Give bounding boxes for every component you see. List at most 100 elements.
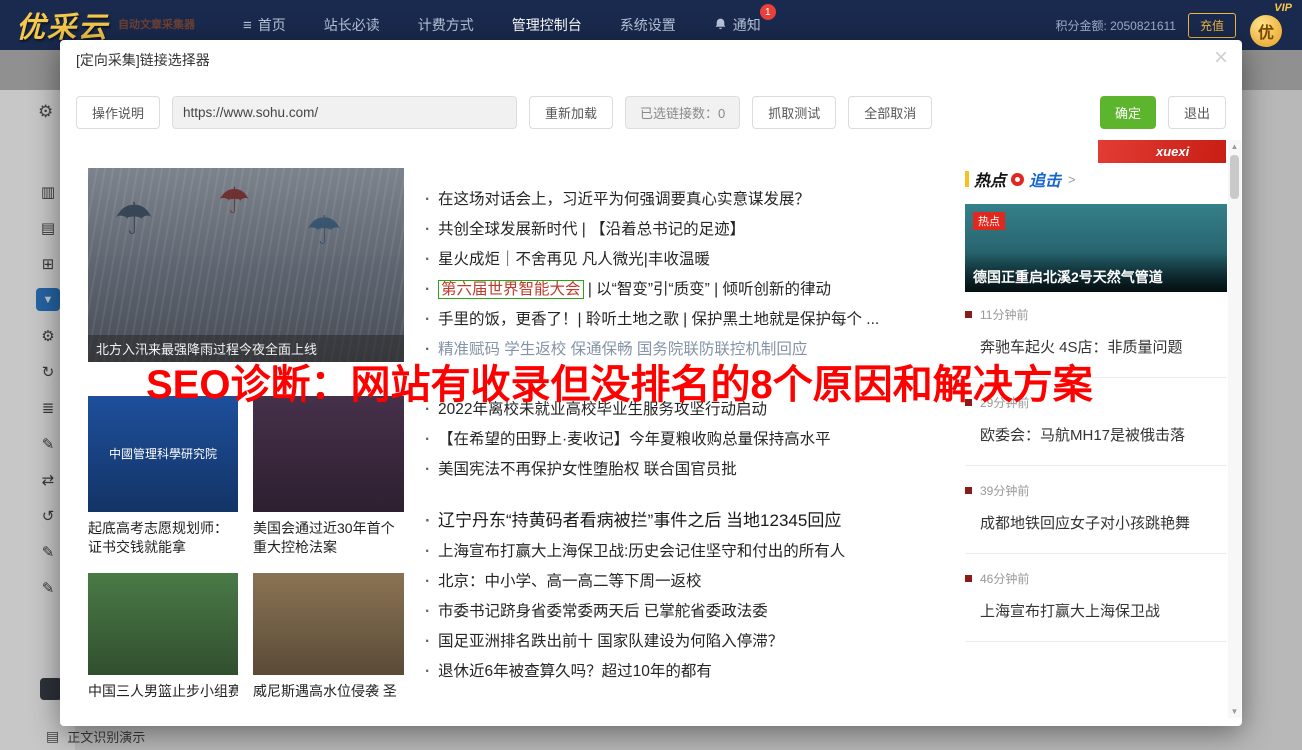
selected-links-count: 已选链接数：0	[625, 96, 740, 129]
hot-badge: 热点	[973, 212, 1005, 230]
bullet-icon: ·	[425, 510, 438, 532]
news-item-text: 共创全球发展新时代 | 【沿着总书记的足迹】	[438, 221, 745, 238]
news-item-text: 【在希望的田野上·麦收记】今年夏粮收购总量保持高水平	[438, 431, 831, 448]
umbrella-icon: ☂	[218, 180, 250, 222]
news-card-image	[253, 396, 404, 512]
news-card[interactable]: 美国会通过近30年首个重大控枪法案	[253, 396, 404, 557]
news-item-text: 市委书记跻身省委常委两天后 已掌舵省委政法委	[438, 603, 768, 620]
main-news-photo[interactable]: ☂ ☂ ☂ 北方入汛来最强降雨过程今夜全面上线	[88, 168, 404, 362]
bullet-icon: ·	[425, 602, 438, 622]
bullet-icon: ·	[425, 430, 438, 450]
help-button[interactable]: 操作说明	[76, 96, 160, 129]
nav-item-webmaster-guide[interactable]: 站长必读	[324, 15, 380, 35]
yellow-bar-icon	[965, 171, 969, 187]
confirm-button[interactable]: 确定	[1100, 96, 1156, 129]
bullet-icon: ·	[425, 542, 438, 562]
news-card[interactable]: 中國管理科學研究院起底高考志愿规划师：证书交钱就能拿	[88, 396, 238, 557]
nav-menu: ≡ 首页 站长必读 计费方式 管理控制台 系统设置 通知1	[243, 15, 761, 35]
news-card-image	[253, 573, 404, 675]
news-item[interactable]: ·共创全球发展新时代 | 【沿着总书记的足迹】	[425, 220, 917, 240]
promo-banner[interactable]: xuexi	[1098, 140, 1226, 163]
news-card[interactable]: 威尼斯遇高水位侵袭 圣	[253, 573, 404, 701]
hot-main-image[interactable]: 热点 德国正重启北溪2号天然气管道	[965, 204, 1227, 292]
news-column: ·在这场对话会上，习近平为何强调要真心实意谋发展？·共创全球发展新时代 | 【沿…	[425, 190, 917, 692]
news-item-text: 美国宪法不再保护女性堕胎权 联合国官员批	[438, 461, 737, 478]
exit-button[interactable]: 退出	[1168, 96, 1226, 129]
news-item[interactable]: ·国足亚洲排名跌出前十 国家队建设为何陷入停滞？	[425, 632, 917, 652]
cancel-all-button[interactable]: 全部取消	[848, 96, 932, 129]
scrollbar-thumb[interactable]	[1230, 155, 1239, 199]
hot-item-time-row: 39分钟前	[965, 482, 1227, 499]
hot-label: 热点	[974, 167, 1006, 191]
nav-item-label: 管理控制台	[512, 15, 582, 35]
bullet-icon: ·	[425, 310, 438, 330]
hot-main-headline[interactable]: 德国正重启北溪2号天然气管道	[965, 253, 1227, 292]
nav-item-settings[interactable]: 系统设置	[620, 15, 676, 35]
nav-item-label: 首页	[258, 15, 286, 35]
nav-item-label: 系统设置	[620, 15, 676, 35]
reload-button[interactable]: 重新加载	[529, 96, 613, 129]
news-list: ·在这场对话会上，习近平为何强调要真心实意谋发展？·共创全球发展新时代 | 【沿…	[425, 190, 917, 682]
news-item[interactable]: ·在这场对话会上，习近平为何强调要真心实意谋发展？	[425, 190, 917, 210]
selected-link-highlight[interactable]: 第六届世界智能大会	[438, 280, 584, 299]
news-item-text: 手里的饭，更香了！| 聆听土地之歌 | 保护黑土地就是保护每个 ...	[438, 311, 879, 328]
vip-badge[interactable]: VIP 优	[1248, 1, 1290, 49]
news-item[interactable]: ·市委书记跻身省委常委两天后 已掌舵省委政法委	[425, 602, 917, 622]
news-card[interactable]: 中国三人男篮止步小组赛	[88, 573, 238, 701]
news-item[interactable]: ·北京：中小学、高一高二等下周一返校	[425, 572, 917, 592]
close-icon[interactable]: ×	[1214, 46, 1228, 70]
hot-item-title[interactable]: 上海宣布打赢大上海保卫战	[980, 600, 1227, 621]
hot-item-time-row: 46分钟前	[965, 570, 1227, 587]
nav-item-console[interactable]: 管理控制台	[512, 15, 582, 35]
news-item-text: 上海宣布打赢大上海保卫战:历史会记住坚守和付出的所有人	[438, 543, 845, 560]
dialog-header: [定向采集]链接选择器 ×	[60, 40, 1242, 80]
nav-item-label: 计费方式	[418, 15, 474, 35]
nav-item-billing[interactable]: 计费方式	[418, 15, 474, 35]
hot-item: 39分钟前成都地铁回应女子对小孩跳艳舞	[965, 466, 1227, 554]
nav-item-notifications[interactable]: 通知1	[714, 15, 761, 35]
news-card-caption[interactable]: 威尼斯遇高水位侵袭 圣	[253, 682, 404, 701]
news-item-text: 星火成炬｜不舍再见 凡人微光|丰收温暖	[438, 251, 710, 268]
news-item[interactable]: ·【在希望的田野上·麦收记】今年夏粮收购总量保持高水平	[425, 430, 917, 450]
recharge-button[interactable]: 充值	[1188, 13, 1236, 38]
hamburger-icon: ≡	[243, 17, 252, 34]
news-card-caption[interactable]: 美国会通过近30年首个重大控枪法案	[253, 519, 404, 557]
target-icon	[1011, 173, 1024, 186]
hot-item-title[interactable]: 成都地铁回应女子对小孩跳艳舞	[980, 512, 1227, 533]
news-item[interactable]: ·辽宁丹东“持黄码者看病被拦”事件之后 当地12345回应	[425, 510, 917, 532]
bullet-icon: ·	[425, 632, 438, 652]
image-text: 中國管理科學研究院	[97, 445, 229, 463]
url-input[interactable]	[172, 96, 517, 129]
link-selector-dialog: [定向采集]链接选择器 × 操作说明 重新加载 已选链接数：0 抓取测试 全部取…	[60, 40, 1242, 726]
news-card-caption[interactable]: 中国三人男篮止步小组赛	[88, 682, 238, 701]
seo-overlay-headline: SEO诊断：网站有收录但没排名的8个原因和解决方案	[146, 352, 1093, 410]
hot-item-title[interactable]: 欧委会：马航MH17是被俄击落	[980, 424, 1227, 445]
left-cards: 中國管理科學研究院起底高考志愿规划师：证书交钱就能拿美国会通过近30年首个重大控…	[88, 396, 404, 701]
news-item[interactable]: ·美国宪法不再保护女性堕胎权 联合国官员批	[425, 460, 917, 480]
news-item-text: 在这场对话会上，习近平为何强调要真心实意谋发展？	[438, 191, 810, 208]
bullet-icon: ·	[425, 190, 438, 210]
news-item-text: 国足亚洲排名跌出前十 国家队建设为何陷入停滞？	[438, 633, 783, 650]
news-item[interactable]: ·手里的饭，更香了！| 聆听土地之歌 | 保护黑土地就是保护每个 ...	[425, 310, 917, 330]
vip-label: VIP	[1274, 2, 1292, 14]
vip-logo-icon: 优	[1250, 15, 1282, 47]
scroll-up-icon[interactable]: ▲	[1228, 140, 1241, 153]
news-item-text: 辽宁丹东“持黄码者看病被拦”事件之后 当地12345回应	[438, 511, 841, 530]
news-item[interactable]: ·第六届世界智能大会 | 以“智变”引“质变” | 倾听创新的律动	[425, 280, 917, 300]
nav-item-home[interactable]: ≡ 首页	[243, 15, 286, 35]
grab-test-button[interactable]: 抓取测试	[752, 96, 836, 129]
news-item[interactable]: ·退休近6年被查算久吗？超过10年的都有	[425, 662, 917, 682]
hot-item-time: 46分钟前	[980, 570, 1029, 587]
sohu-page-frame: xuexi ☂ ☂ ☂ 北方入汛来最强降雨过程今夜全面上线 中國管理科學研究院起…	[76, 140, 1228, 718]
scroll-down-icon[interactable]: ▼	[1228, 705, 1241, 718]
content-scrollbar[interactable]: ▲ ▼	[1228, 140, 1241, 718]
square-bullet-icon	[965, 311, 972, 318]
bullet-icon: ·	[425, 460, 438, 480]
news-item-text: 北京：中小学、高一高二等下周一返校	[438, 573, 702, 590]
news-item[interactable]: ·星火成炬｜不舍再见 凡人微光|丰收温暖	[425, 250, 917, 270]
news-card-caption[interactable]: 起底高考志愿规划师：证书交钱就能拿	[88, 519, 238, 557]
dialog-toolbar: 操作说明 重新加载 已选链接数：0 抓取测试 全部取消 确定 退出	[60, 80, 1242, 129]
square-bullet-icon	[965, 487, 972, 494]
news-item[interactable]: ·上海宣布打赢大上海保卫战:历史会记住坚守和付出的所有人	[425, 542, 917, 562]
hot-pursuit-header[interactable]: 热点 追击 >	[965, 171, 1227, 187]
